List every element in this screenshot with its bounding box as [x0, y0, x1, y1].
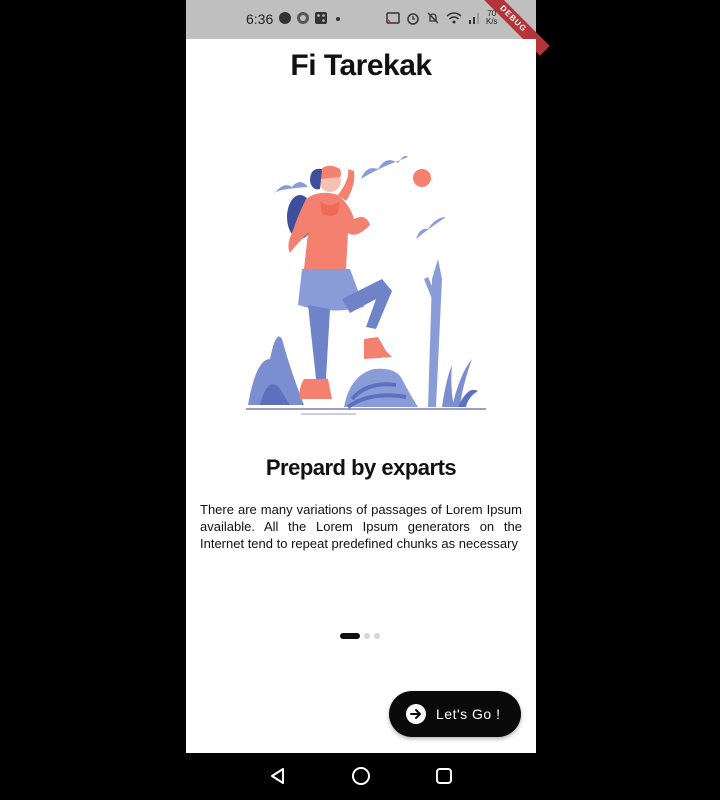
phone-frame: 6:36 70 K/s DEBUG Fi Tarekak Prepard by …: [186, 0, 550, 800]
lets-go-label: Let's Go !: [436, 706, 501, 722]
slide-title: Prepard by exparts: [265, 455, 457, 480]
mute-icon: [427, 12, 439, 24]
dice-icon: [315, 12, 327, 24]
status-bar: 6:36 70 K/s DEBUG: [186, 0, 550, 56]
page-dot-1[interactable]: [340, 633, 360, 639]
home-icon[interactable]: [351, 766, 371, 786]
signal-icon: [469, 13, 479, 24]
cast-icon: [386, 12, 400, 24]
page-dot-3[interactable]: [374, 633, 380, 639]
notification-icons: [278, 11, 344, 25]
more-notifications-icon: [336, 17, 340, 21]
notification-dot-icon: [279, 12, 291, 24]
recents-icon[interactable]: [434, 766, 454, 786]
network-speed-unit: K/s: [486, 17, 498, 26]
hiker-illustration: [246, 155, 486, 415]
alarm-icon: [407, 13, 419, 25]
arrow-right-icon: [406, 704, 426, 724]
status-time: 6:36: [246, 11, 274, 27]
app-notification-icon: [297, 12, 309, 24]
system-nav-bar: [186, 753, 536, 800]
system-icons: 70 K/s: [386, 10, 498, 26]
app-title: Fi Tarekak: [290, 49, 432, 82]
wifi-icon: [446, 12, 462, 24]
lets-go-button[interactable]: Let's Go !: [389, 691, 521, 737]
page-dot-2[interactable]: [364, 633, 370, 639]
slide-description: There are many variations of passages of…: [200, 502, 522, 551]
back-icon[interactable]: [268, 766, 288, 786]
onboarding-screen: Fi Tarekak Prepard by exparts There are …: [186, 39, 536, 753]
page-indicator: [340, 633, 380, 639]
